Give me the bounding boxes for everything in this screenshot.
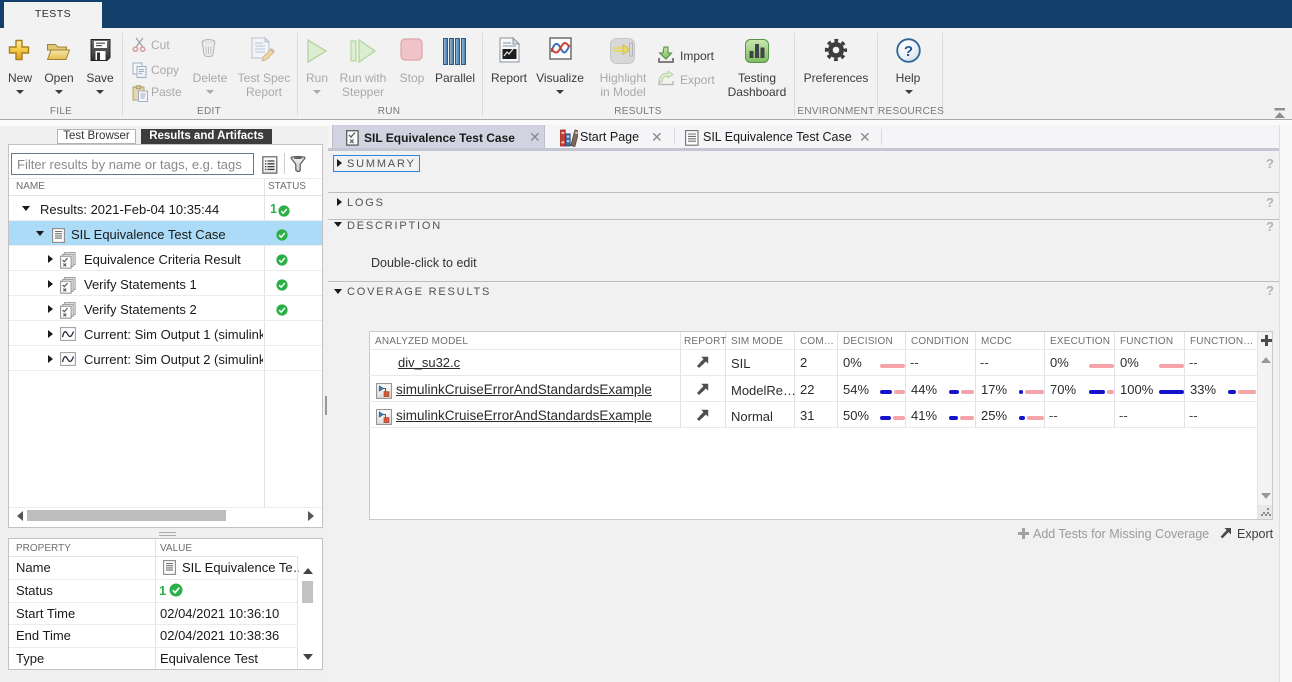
svg-text:?: ? (904, 43, 913, 60)
